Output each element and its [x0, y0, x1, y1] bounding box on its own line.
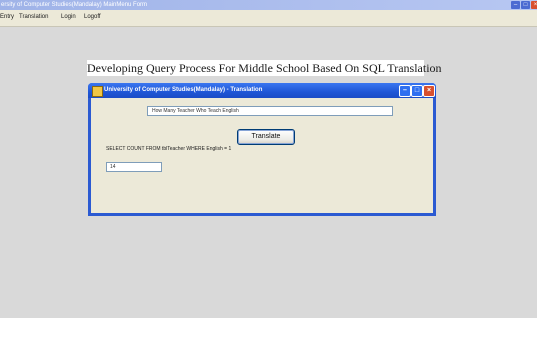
mdi-maximize-button[interactable]: □	[521, 1, 530, 9]
translation-title-text: University of Computer Studies(Mandalay)…	[104, 87, 263, 93]
translation-window: University of Computer Studies(Mandalay)…	[88, 83, 436, 216]
mdi-menubar: Entry Translation Login Logoff	[0, 10, 537, 27]
result-field[interactable]: 14	[106, 162, 162, 172]
menu-logoff[interactable]: Logoff	[84, 13, 101, 22]
mdi-title-text: ersity of Computer Studies(Mandalay) Mai…	[1, 2, 148, 8]
mdi-title-bar[interactable]: ersity of Computer Studies(Mandalay) Mai…	[0, 0, 537, 10]
page-title-banner: Developing Query Process For Middle Scho…	[87, 60, 442, 76]
query-input[interactable]: How Many Teacher Who Teach English	[147, 106, 393, 116]
translation-client-area: How Many Teacher Who Teach English Trans…	[91, 98, 433, 213]
mdi-main-window: ersity of Computer Studies(Mandalay) Mai…	[0, 0, 537, 318]
minimize-button[interactable]: –	[399, 85, 411, 97]
menu-login[interactable]: Login	[61, 13, 76, 22]
translation-title-bar[interactable]: University of Computer Studies(Mandalay)…	[88, 83, 436, 98]
maximize-button[interactable]: □	[411, 85, 423, 97]
mdi-minimize-button[interactable]: –	[511, 1, 520, 9]
app-icon	[92, 86, 103, 97]
mdi-close-button[interactable]: ×	[531, 1, 537, 9]
menu-entry[interactable]: Entry	[0, 13, 14, 22]
sql-output-label: SELECT COUNT FROM tblTeacher WHERE Engli…	[106, 146, 232, 152]
translate-button[interactable]: Translate	[237, 129, 295, 145]
close-button[interactable]: ×	[423, 85, 435, 97]
menu-translation[interactable]: Translation	[19, 13, 48, 22]
